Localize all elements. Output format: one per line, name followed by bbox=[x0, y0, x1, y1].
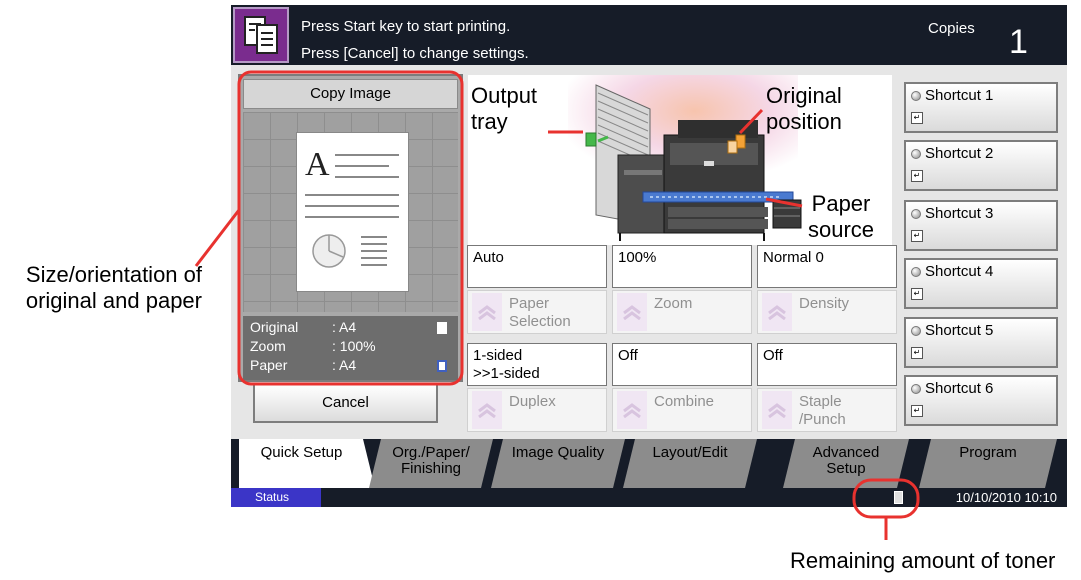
up-chevron-icon bbox=[472, 293, 502, 331]
shortcut-glyph-icon: ↵ bbox=[911, 112, 923, 124]
status-button[interactable]: Status bbox=[231, 488, 321, 507]
tab-layout-edit[interactable]: Layout/Edit bbox=[629, 439, 751, 487]
preview-canvas: A bbox=[243, 112, 458, 312]
indicator-lamp-icon bbox=[911, 149, 921, 159]
density-value: Normal 0 bbox=[757, 245, 897, 288]
paper-source-label: Paper source bbox=[808, 191, 875, 242]
shortcut-4-button[interactable]: Shortcut 4 ↵ bbox=[904, 258, 1058, 309]
shortcut-glyph-icon: ↵ bbox=[911, 230, 923, 242]
status-bar: Status 10/10/2010 10:10 bbox=[231, 488, 1067, 507]
zoom-value: 100% bbox=[612, 245, 752, 288]
shortcut-glyph-icon: ↵ bbox=[911, 347, 923, 359]
indicator-lamp-icon bbox=[911, 91, 921, 101]
header-bar: Press Start key to start printing. Press… bbox=[231, 5, 1067, 65]
tab-org-paper-finishing[interactable]: Org./Paper/ Finishing bbox=[373, 439, 489, 487]
toner-icon bbox=[894, 491, 903, 504]
paper-selection-value: Auto bbox=[467, 245, 607, 288]
annotation-toner: Remaining amount of toner bbox=[790, 548, 1056, 573]
shortcut-glyph-icon: ↵ bbox=[911, 405, 923, 417]
annotation-size-orientation: Size/orientation of original and paper bbox=[25, 262, 202, 313]
up-chevron-icon bbox=[472, 391, 502, 429]
copies-label: Copies bbox=[928, 20, 975, 37]
tab-program[interactable]: Program bbox=[925, 439, 1051, 487]
preview-title: Copy Image bbox=[243, 79, 458, 109]
shortcut-6-button[interactable]: Shortcut 6 ↵ bbox=[904, 375, 1058, 426]
tab-image-quality[interactable]: Image Quality bbox=[497, 439, 619, 487]
original-position-label: Original position bbox=[766, 83, 842, 134]
copy-document-icon bbox=[233, 7, 289, 63]
up-chevron-icon bbox=[617, 391, 647, 429]
shortcut-5-button[interactable]: Shortcut 5 ↵ bbox=[904, 317, 1058, 368]
paper-preview: A bbox=[296, 132, 409, 292]
up-chevron-icon bbox=[762, 293, 792, 331]
original-size-row: Original : A4 bbox=[250, 319, 450, 337]
zoom-button[interactable]: Zoom bbox=[612, 290, 752, 334]
indicator-lamp-icon bbox=[911, 267, 921, 277]
indicator-lamp-icon bbox=[911, 384, 921, 394]
shortcut-3-button[interactable]: Shortcut 3 ↵ bbox=[904, 200, 1058, 251]
cancel-button[interactable]: Cancel bbox=[253, 383, 438, 423]
paper-size-row: Paper : A4 bbox=[250, 357, 450, 375]
shortcut-glyph-icon: ↵ bbox=[911, 170, 923, 182]
copies-count: 1 bbox=[1009, 23, 1028, 61]
indicator-lamp-icon bbox=[911, 326, 921, 336]
shortcut-2-button[interactable]: Shortcut 2 ↵ bbox=[904, 140, 1058, 191]
shortcut-glyph-icon: ↵ bbox=[911, 288, 923, 300]
duplex-value: 1-sided >>1-sided bbox=[467, 343, 607, 386]
staple-punch-button[interactable]: Staple/Punch bbox=[757, 388, 897, 432]
density-button[interactable]: Density bbox=[757, 290, 897, 334]
tab-advanced-setup[interactable]: Advanced Setup bbox=[789, 439, 903, 487]
shortcut-1-button[interactable]: Shortcut 1 ↵ bbox=[904, 82, 1058, 133]
combine-value: Off bbox=[612, 343, 752, 386]
output-tray-label: Output tray bbox=[471, 83, 538, 134]
combine-button[interactable]: Combine bbox=[612, 388, 752, 432]
zoom-row: Zoom : 100% bbox=[250, 338, 376, 354]
date-time: 10/10/2010 10:10 bbox=[955, 490, 1057, 505]
duplex-button[interactable]: Duplex bbox=[467, 388, 607, 432]
indicator-lamp-icon bbox=[911, 209, 921, 219]
tab-quick-setup[interactable]: Quick Setup bbox=[239, 439, 364, 487]
staple-punch-value: Off bbox=[757, 343, 897, 386]
copy-panel: Press Start key to start printing. Press… bbox=[231, 5, 1067, 507]
copy-image-preview[interactable]: Copy Image A Original: A4 Zoom: 100% P… bbox=[238, 74, 463, 382]
header-message-2: Press [Cancel] to change settings. bbox=[301, 45, 529, 62]
paper-tray-icon bbox=[437, 360, 447, 372]
svg-text:A: A bbox=[305, 146, 330, 183]
up-chevron-icon bbox=[762, 391, 792, 429]
paper-selection-button[interactable]: Paper Selection bbox=[467, 290, 607, 334]
up-chevron-icon bbox=[617, 293, 647, 331]
header-message-1: Press Start key to start printing. bbox=[301, 18, 511, 35]
preview-info: Original : A4 Zoom : 100% Paper : A4 bbox=[243, 316, 458, 380]
portrait-original-icon bbox=[437, 322, 447, 334]
